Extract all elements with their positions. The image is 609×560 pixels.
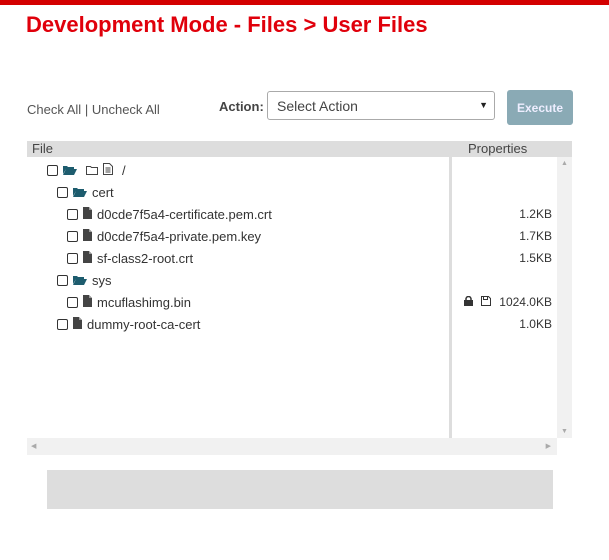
checkbox[interactable]: [57, 186, 68, 198]
caret-down-icon: ▼: [479, 100, 488, 110]
item-name: d0cde7f5a4-private.pem.key: [97, 228, 262, 244]
tree-item[interactable]: mcuflashimg.bin: [67, 292, 191, 312]
horizontal-scrollbar[interactable]: ◀ ▶: [27, 438, 557, 455]
item-name: mcuflashimg.bin: [97, 294, 191, 310]
file-size: 1.5KB: [519, 251, 552, 265]
file-icon: [73, 316, 82, 332]
new-folder-icon[interactable]: [86, 163, 98, 178]
file-size: 1024.0KB: [499, 295, 552, 309]
scroll-left-icon[interactable]: ◀: [31, 442, 36, 450]
checkbox[interactable]: [47, 164, 58, 176]
column-file: File: [32, 141, 53, 156]
checkbox[interactable]: [57, 274, 68, 286]
file-icon: [83, 228, 92, 244]
check-links: Check All | Uncheck All: [27, 102, 160, 117]
tree-item[interactable]: cert: [57, 182, 114, 202]
output-panel: [47, 470, 553, 509]
execute-button[interactable]: Execute: [507, 90, 573, 125]
checkbox[interactable]: [67, 252, 78, 264]
checkbox[interactable]: [67, 208, 78, 220]
tree-item[interactable]: dummy-root-ca-cert: [57, 314, 200, 334]
item-properties: 1024.0KB: [464, 292, 552, 312]
tree-root[interactable]: /: [47, 160, 126, 180]
item-properties: 1.0KB: [519, 314, 552, 334]
check-all-link[interactable]: Check All: [27, 102, 81, 117]
file-size: 1.2KB: [519, 207, 552, 221]
folder-open-icon: [73, 185, 87, 200]
top-accent-bar: [0, 0, 609, 5]
save-icon[interactable]: [481, 295, 492, 309]
action-select[interactable]: Select Action ▼: [267, 91, 495, 120]
root-path: /: [122, 162, 126, 178]
tree-item[interactable]: d0cde7f5a4-private.pem.key: [67, 226, 261, 246]
item-properties: 1.5KB: [519, 248, 552, 268]
lock-icon: [464, 295, 474, 309]
tree-item[interactable]: sys: [57, 270, 112, 290]
folder-open-icon: [73, 273, 87, 288]
folder-open-icon: [63, 163, 77, 178]
item-name: sf-class2-root.crt: [97, 250, 194, 266]
file-icon: [83, 294, 92, 310]
header-corner: [557, 141, 572, 157]
action-label: Action:: [219, 99, 264, 114]
table-header: File Properties: [27, 141, 557, 157]
file-size: 1.7KB: [519, 229, 552, 243]
checkbox[interactable]: [67, 296, 78, 308]
page-title: Development Mode - Files > User Files: [26, 12, 428, 37]
separator: |: [84, 102, 89, 117]
item-name: sys: [92, 272, 112, 288]
file-size: 1.0KB: [519, 317, 552, 331]
file-icon: [83, 206, 92, 222]
item-properties: 1.2KB: [519, 204, 552, 224]
vertical-scrollbar[interactable]: ▲ ▼: [557, 157, 572, 438]
uncheck-all-link[interactable]: Uncheck All: [92, 102, 160, 117]
item-properties: 1.7KB: [519, 226, 552, 246]
column-divider[interactable]: [449, 157, 452, 438]
item-name: d0cde7f5a4-certificate.pem.crt: [97, 206, 272, 222]
tree-item[interactable]: d0cde7f5a4-certificate.pem.crt: [67, 204, 272, 224]
new-file-icon[interactable]: [103, 162, 113, 178]
column-properties: Properties: [468, 141, 528, 156]
checkbox[interactable]: [67, 230, 78, 242]
tree-item[interactable]: sf-class2-root.crt: [67, 248, 193, 268]
scroll-up-icon[interactable]: ▲: [561, 160, 568, 167]
file-icon: [83, 250, 92, 266]
item-name: dummy-root-ca-cert: [87, 316, 201, 332]
scroll-right-icon[interactable]: ▶: [546, 442, 551, 450]
checkbox[interactable]: [57, 318, 68, 330]
scroll-down-icon[interactable]: ▼: [561, 428, 568, 435]
item-name: cert: [92, 184, 114, 200]
action-select-value: Select Action: [277, 98, 358, 114]
